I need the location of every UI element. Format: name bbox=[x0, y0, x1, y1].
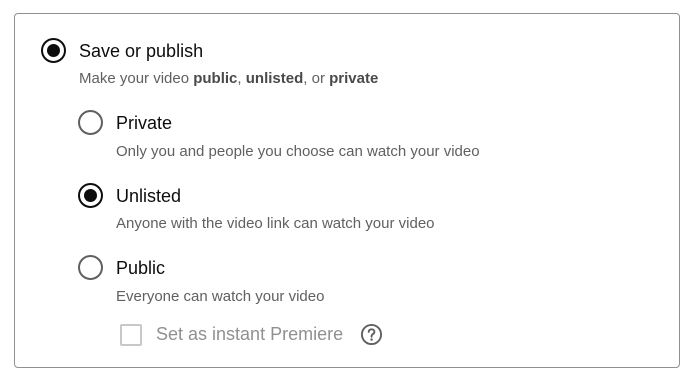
public-label: Public bbox=[116, 258, 166, 278]
public-radio[interactable] bbox=[78, 255, 103, 280]
private-radio[interactable] bbox=[78, 110, 103, 135]
unlisted-radio[interactable] bbox=[78, 183, 103, 208]
description-prefix: Make your video bbox=[79, 70, 194, 87]
instant-premiere-checkbox[interactable] bbox=[120, 324, 142, 346]
private-description: Only you and people you choose can watch… bbox=[116, 143, 480, 160]
public-description: Everyone can watch your video bbox=[116, 288, 325, 305]
help-circle-icon[interactable] bbox=[360, 323, 383, 346]
visibility-panel: Save or publish Make your video public, … bbox=[14, 13, 680, 368]
save-or-publish-description: Make your video public, unlisted, or pri… bbox=[79, 70, 378, 88]
private-label: Private bbox=[116, 113, 173, 133]
description-private: private bbox=[329, 70, 379, 87]
instant-premiere-label: Set as instant Premiere bbox=[156, 324, 344, 344]
unlisted-description: Anyone with the video link can watch you… bbox=[116, 215, 435, 232]
description-public: public bbox=[193, 70, 238, 87]
description-unlisted: unlisted bbox=[245, 70, 304, 87]
save-or-publish-radio[interactable] bbox=[41, 38, 66, 63]
unlisted-label: Unlisted bbox=[116, 186, 182, 206]
save-or-publish-label: Save or publish bbox=[79, 41, 204, 61]
description-separator: , bbox=[237, 70, 246, 87]
description-separator: , or bbox=[303, 70, 330, 87]
